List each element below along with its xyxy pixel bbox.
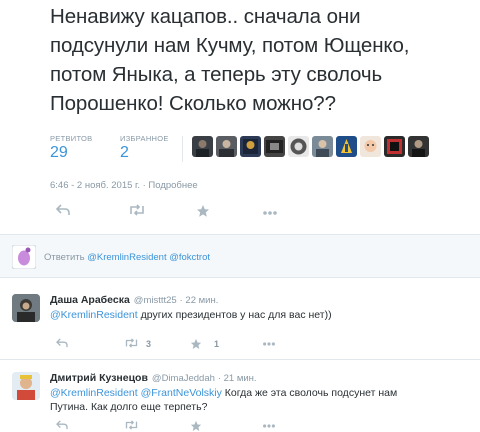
reply-body: Когда же эта сволочь подсунет нам xyxy=(221,387,398,399)
tweet-actions xyxy=(50,204,290,222)
tweet-text-line: подсунули нам Кучму, потом Ющенко, xyxy=(50,34,410,57)
star-icon[interactable] xyxy=(190,338,202,353)
reply-text: @KremlinResident @FrantNeVolskiy Когда ж… xyxy=(50,386,470,414)
avatar[interactable] xyxy=(12,294,40,322)
tweet-text: Ненавижу кацапов.. сначала они подсунули… xyxy=(50,2,480,118)
retweet-icon[interactable] xyxy=(128,204,146,220)
reply-time[interactable]: · 21 мин. xyxy=(218,373,257,384)
reply-input[interactable]: Ответить @KremlinResident @fokctrot xyxy=(44,248,344,268)
favorites-label: ИЗБРАННОЕ xyxy=(120,134,169,143)
user-avatar-egg-icon xyxy=(11,244,37,270)
avatar[interactable] xyxy=(240,136,261,157)
meta-separator: · xyxy=(142,180,146,191)
reply-prefix: Ответить xyxy=(44,252,88,263)
tweet-text-line: Ненавижу кацапов.. сначала они xyxy=(50,5,361,28)
retweet-icon[interactable] xyxy=(124,420,139,432)
tweet-text-line: Порошенко! Сколько можно?? xyxy=(50,92,336,115)
reply-body: других президентов у нас для вас нет)) xyxy=(137,309,332,321)
reply-actions: 3 1 xyxy=(50,338,310,352)
reply-tweet[interactable]: Дмитрий Кузнецов @DimaJeddah · 21 мин. @K… xyxy=(0,368,480,432)
reply-time[interactable]: · 22 мин. xyxy=(180,295,219,306)
reply-author-name[interactable]: Даша Арабеска xyxy=(50,294,130,306)
reply-arrow-icon[interactable] xyxy=(56,420,68,432)
avatar[interactable] xyxy=(312,136,333,157)
favorite-count: 1 xyxy=(214,339,220,349)
reply-author-handle[interactable]: @misttt25 xyxy=(134,295,177,306)
more-dots-icon[interactable] xyxy=(262,338,276,350)
tweet-time[interactable]: 6:46 - 2 нояб. 2015 г. xyxy=(50,180,140,191)
reply-mentions: @KremlinResident @fokctrot xyxy=(87,252,211,263)
tweet-timestamp: 6:46 - 2 нояб. 2015 г. · Подробнее xyxy=(50,180,198,191)
more-dots-icon[interactable] xyxy=(262,420,276,432)
reply-body-line: @KremlinResident @FrantNeVolskiy Когда ж… xyxy=(50,386,470,400)
star-icon[interactable] xyxy=(196,204,210,222)
avatar[interactable] xyxy=(384,136,405,157)
favorites-count[interactable]: 2 xyxy=(120,144,169,162)
reply-body-line: Путина. Как долго еще терпеть? xyxy=(50,401,208,413)
stats-divider xyxy=(182,136,183,162)
reply-header: Даша Арабеска @misttt25 · 22 мин. xyxy=(50,294,218,306)
retweets-label: РЕТВИТОВ xyxy=(50,134,93,143)
avatar[interactable] xyxy=(408,136,429,157)
reply-composer: Ответить @KremlinResident @fokctrot xyxy=(0,234,480,278)
reply-mentions[interactable]: @KremlinResident @FrantNeVolskiy xyxy=(50,387,222,399)
tweet-text-line: потом Яныка, а теперь эту сволочь xyxy=(50,63,383,86)
retweets-count[interactable]: 29 xyxy=(50,144,92,162)
avatar[interactable] xyxy=(360,136,381,157)
reply-mentions[interactable]: @KremlinResident xyxy=(50,309,138,321)
retweet-icon[interactable] xyxy=(124,338,139,351)
retweet-count: 3 xyxy=(146,339,152,349)
reply-tweet[interactable]: Даша Арабеска @misttt25 · 22 мин. @Kremli… xyxy=(0,290,480,360)
reply-actions xyxy=(50,420,310,432)
avatar[interactable] xyxy=(336,136,357,157)
avatar[interactable] xyxy=(288,136,309,157)
retweets-stat[interactable]: РЕТВИТОВ 29 xyxy=(50,134,92,162)
reply-text: @KremlinResident других президентов у на… xyxy=(50,308,470,322)
favorites-stat[interactable]: ИЗБРАННОЕ 2 xyxy=(120,134,169,162)
tweet-stats: РЕТВИТОВ 29 ИЗБРАННОЕ 2 xyxy=(50,134,470,166)
avatar[interactable] xyxy=(216,136,237,157)
reply-arrow-icon[interactable] xyxy=(56,338,68,351)
reply-arrow-icon[interactable] xyxy=(55,204,70,220)
avatar[interactable] xyxy=(12,372,40,400)
star-icon[interactable] xyxy=(190,420,202,432)
avatar[interactable] xyxy=(264,136,285,157)
reply-header: Дмитрий Кузнецов @DimaJeddah · 21 мин. xyxy=(50,372,257,384)
reply-author-handle[interactable]: @DimaJeddah xyxy=(152,373,215,384)
reply-author-name[interactable]: Дмитрий Кузнецов xyxy=(50,372,148,384)
details-link[interactable]: Подробнее xyxy=(148,180,197,191)
more-dots-icon[interactable] xyxy=(262,204,278,220)
avatar[interactable] xyxy=(192,136,213,157)
